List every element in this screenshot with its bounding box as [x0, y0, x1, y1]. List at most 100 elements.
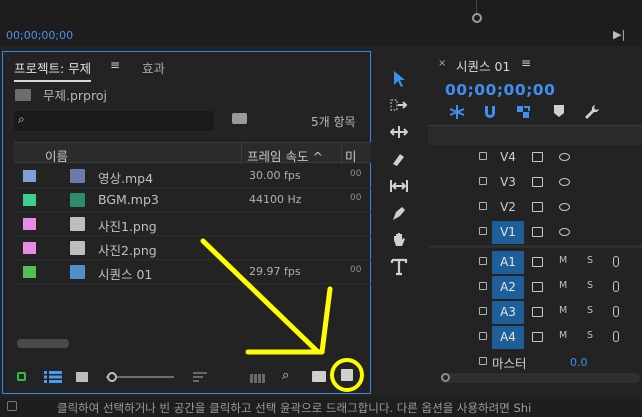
label-swatch[interactable]: [23, 170, 36, 182]
video-track-v2[interactable]: V2: [428, 196, 642, 220]
list-item[interactable]: 사진2.png: [14, 236, 371, 260]
track-label[interactable]: V1: [492, 221, 524, 244]
zoom-slider-knob[interactable]: [107, 372, 117, 382]
audio-track-a4[interactable]: A4 M S: [428, 326, 642, 350]
close-icon[interactable]: ×: [438, 58, 446, 69]
mute-button[interactable]: M: [559, 255, 567, 266]
list-item[interactable]: 시퀀스 01 29.97 fps 00: [14, 260, 371, 284]
ripple-edit-icon[interactable]: [385, 120, 413, 144]
lock-icon[interactable]: [479, 357, 487, 365]
eye-icon[interactable]: [559, 203, 570, 211]
tab-effects[interactable]: 효과: [142, 58, 165, 77]
pen-icon[interactable]: [385, 201, 413, 225]
track-divider[interactable]: [428, 245, 642, 248]
slip-icon[interactable]: [385, 174, 413, 198]
track-label[interactable]: V4: [492, 146, 524, 169]
timeline-tab-title[interactable]: 시퀀스 01: [456, 56, 510, 75]
column-frame-rate[interactable]: 프레임 속도 ^: [247, 146, 323, 165]
track-label[interactable]: V2: [492, 196, 524, 219]
video-track-v4[interactable]: V4: [428, 146, 642, 170]
list-item[interactable]: BGM.mp3 44100 Hz 00: [14, 188, 371, 212]
find-icon[interactable]: ⌕: [282, 368, 289, 383]
solo-button[interactable]: S: [587, 280, 593, 291]
sort-icon[interactable]: [193, 372, 207, 382]
source-timecode[interactable]: 00;00;00;00: [6, 29, 73, 42]
track-label[interactable]: A4: [492, 326, 524, 349]
lock-icon[interactable]: [479, 282, 487, 290]
solo-button[interactable]: S: [587, 330, 593, 341]
column-divider[interactable]: [341, 143, 342, 164]
snap-icon[interactable]: [482, 104, 498, 120]
lock-icon[interactable]: [479, 152, 487, 160]
track-label[interactable]: V3: [492, 171, 524, 194]
track-label[interactable]: A1: [492, 251, 524, 274]
list-item[interactable]: 영상.mp4 30.00 fps 00: [14, 164, 371, 188]
lock-icon[interactable]: [479, 307, 487, 315]
eye-icon[interactable]: [559, 153, 570, 161]
microphone-icon[interactable]: [613, 306, 619, 317]
list-item[interactable]: 사진1.png: [14, 212, 371, 236]
razor-icon[interactable]: [385, 147, 413, 171]
track-select-icon[interactable]: [385, 93, 413, 117]
audio-track-a1[interactable]: A1 M S: [428, 251, 642, 275]
lock-icon[interactable]: [479, 257, 487, 265]
menu-icon[interactable]: ≡: [521, 56, 531, 70]
track-label[interactable]: A2: [492, 276, 524, 299]
microphone-icon[interactable]: [613, 281, 619, 292]
add-marker-icon[interactable]: [553, 104, 565, 118]
label-swatch[interactable]: [23, 218, 36, 230]
mute-button[interactable]: M: [559, 330, 567, 341]
timeline-timecode[interactable]: 00;00;00;00: [445, 81, 555, 99]
sync-lock-icon[interactable]: [532, 227, 543, 237]
scrollbar-thumb[interactable]: [17, 339, 69, 348]
play-to-icon[interactable]: ▶|: [613, 28, 625, 41]
sync-lock-icon[interactable]: [532, 177, 543, 187]
lock-icon[interactable]: [479, 177, 487, 185]
sync-lock-icon[interactable]: [532, 152, 543, 162]
new-item-icon[interactable]: [341, 369, 353, 381]
master-volume-value[interactable]: 0.0: [570, 356, 588, 369]
mute-button[interactable]: M: [559, 305, 567, 316]
solo-button[interactable]: S: [587, 255, 593, 266]
label-swatch[interactable]: [23, 266, 36, 278]
sync-lock-icon[interactable]: [532, 307, 543, 317]
hand-icon[interactable]: [385, 228, 413, 252]
new-bin-icon[interactable]: [312, 371, 326, 382]
list-view-icon[interactable]: [44, 371, 62, 383]
lock-icon[interactable]: [479, 332, 487, 340]
lock-icon[interactable]: [479, 202, 487, 210]
timeline-ruler[interactable]: [428, 125, 642, 145]
track-label[interactable]: A3: [492, 301, 524, 324]
lock-icon[interactable]: [17, 372, 26, 381]
audio-track-a3[interactable]: A3 M S: [428, 301, 642, 325]
lock-icon[interactable]: [479, 227, 487, 235]
menu-icon[interactable]: ≡: [110, 58, 120, 72]
type-icon[interactable]: [385, 255, 413, 279]
find-in-bin-icon[interactable]: [232, 113, 247, 124]
solo-button[interactable]: S: [587, 305, 593, 316]
sync-lock-icon[interactable]: [532, 282, 543, 292]
column-name[interactable]: 이름: [45, 146, 68, 165]
column-media-start[interactable]: 미: [345, 146, 357, 165]
label-swatch[interactable]: [23, 242, 36, 254]
microphone-icon[interactable]: [613, 331, 619, 342]
automate-to-sequence-icon[interactable]: [250, 374, 266, 383]
tab-project[interactable]: 프로젝트: 무제: [14, 58, 92, 82]
label-swatch[interactable]: [23, 194, 36, 206]
wrench-icon[interactable]: [584, 104, 600, 120]
sync-lock-icon[interactable]: [532, 332, 543, 342]
playhead-icon[interactable]: [472, 13, 482, 23]
selection-tool-icon[interactable]: [385, 67, 413, 91]
column-divider[interactable]: [241, 143, 242, 164]
eye-icon[interactable]: [559, 178, 570, 186]
linked-selection-icon[interactable]: [515, 104, 531, 120]
nest-icon[interactable]: [448, 104, 466, 120]
sync-lock-icon[interactable]: [532, 257, 543, 267]
eye-icon[interactable]: [559, 228, 570, 236]
video-track-v3[interactable]: V3: [428, 171, 642, 195]
mute-button[interactable]: M: [559, 280, 567, 291]
microphone-icon[interactable]: [613, 256, 619, 267]
search-input[interactable]: [14, 111, 214, 131]
sync-lock-icon[interactable]: [532, 202, 543, 212]
timeline-scrollbar[interactable]: [440, 373, 640, 383]
